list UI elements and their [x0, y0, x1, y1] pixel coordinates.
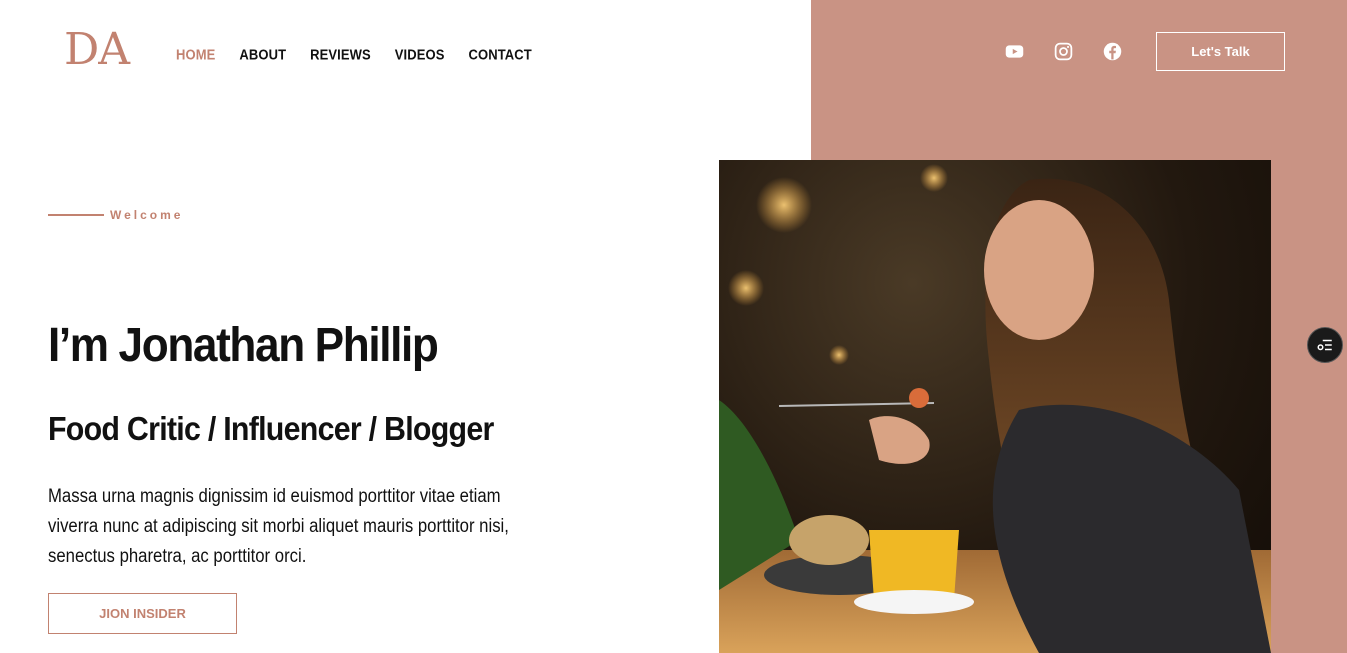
- lets-talk-button[interactable]: Let's Talk: [1156, 32, 1285, 71]
- nav-contact[interactable]: CONTACT: [469, 46, 532, 63]
- hero-subtitle: Food Critic / Influencer / Blogger: [48, 410, 494, 447]
- nav-about[interactable]: ABOUT: [239, 46, 286, 63]
- welcome-eyebrow: Welcome: [48, 208, 183, 222]
- youtube-icon[interactable]: [1004, 41, 1025, 62]
- instagram-icon[interactable]: [1053, 41, 1074, 62]
- hero-photo: [719, 160, 1271, 653]
- social-links: [1004, 41, 1123, 62]
- eyebrow-divider: [48, 214, 104, 216]
- list-settings-icon[interactable]: [1307, 327, 1343, 363]
- site-logo[interactable]: DA: [64, 26, 130, 74]
- nav-home[interactable]: HOME: [176, 46, 215, 63]
- facebook-icon[interactable]: [1102, 41, 1123, 62]
- nav-reviews[interactable]: REVIEWS: [310, 46, 371, 63]
- eyebrow-text: Welcome: [110, 208, 184, 222]
- main-nav: HOME ABOUT REVIEWS VIDEOS CONTACT: [176, 46, 532, 63]
- join-insider-button[interactable]: JION INSIDER: [48, 593, 237, 634]
- nav-videos[interactable]: VIDEOS: [395, 46, 445, 63]
- hero-title: I’m Jonathan Phillip: [48, 319, 439, 372]
- woman-eating-pasta-photo: [719, 164, 1271, 653]
- hero-description: Massa urna magnis dignissim id euismod p…: [48, 486, 509, 567]
